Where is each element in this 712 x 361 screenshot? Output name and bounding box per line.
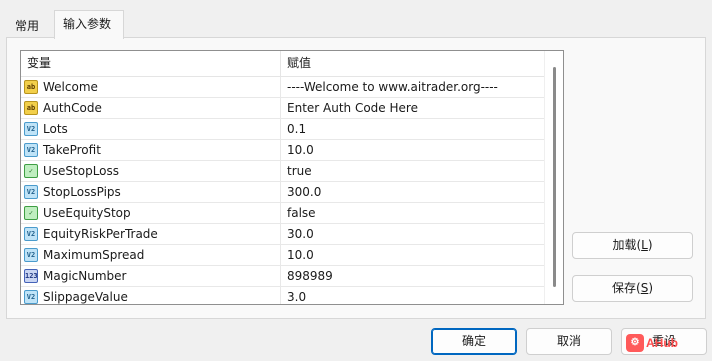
table-row[interactable]: ab AuthCode Enter Auth Code Here xyxy=(21,98,544,119)
variable-value-cell[interactable]: 30.0 xyxy=(281,224,544,244)
variable-name-cell[interactable]: 123 MagicNumber xyxy=(21,266,281,286)
variable-value-cell[interactable]: 0.1 xyxy=(281,119,544,139)
string-type-icon: ab xyxy=(24,101,38,115)
variable-name-cell[interactable]: V2 TakeProfit xyxy=(21,140,281,160)
save-hotkey: S xyxy=(640,281,649,295)
variable-name-cell[interactable]: ✓ UseStopLoss xyxy=(21,161,281,181)
variable-value-cell[interactable]: Enter Auth Code Here xyxy=(281,98,544,118)
load-hotkey: L xyxy=(641,238,648,252)
tab-panel: 变量 赋值 ab Welcome ----Welcome to www.aitrad… xyxy=(6,37,706,319)
variable-value-cell[interactable]: ----Welcome to www.aitrader.org---- xyxy=(281,77,544,97)
variable-value-cell[interactable]: 300.0 xyxy=(281,182,544,202)
variable-name: AuthCode xyxy=(43,101,102,115)
bool-type-icon: ✓ xyxy=(24,164,38,178)
table-row[interactable]: ✓ UseEquityStop false xyxy=(21,203,544,224)
variable-name: Lots xyxy=(43,122,68,136)
table-row[interactable]: V2 TakeProfit 10.0 xyxy=(21,140,544,161)
variable-name: TakeProfit xyxy=(43,143,101,157)
grid-rows: ab Welcome ----Welcome to www.aitrader.org… xyxy=(21,77,544,304)
bool-type-icon: ✓ xyxy=(24,206,38,220)
double-type-icon: V2 xyxy=(24,122,38,136)
vertical-scrollbar[interactable] xyxy=(544,51,563,304)
variable-name: MaximumSpread xyxy=(43,248,145,262)
variable-name-cell[interactable]: ✓ UseEquityStop xyxy=(21,203,281,223)
variable-name: StopLossPips xyxy=(43,185,121,199)
save-button[interactable]: 保存(S) xyxy=(572,275,693,302)
variable-name-cell[interactable]: V2 StopLossPips xyxy=(21,182,281,202)
double-type-icon: V2 xyxy=(24,143,38,157)
parameters-grid: 变量 赋值 ab Welcome ----Welcome to www.aitrad… xyxy=(20,50,564,305)
watermark: ⚙ AHub xyxy=(624,332,682,354)
variable-name: UseStopLoss xyxy=(43,164,120,178)
variable-name: SlippageValue xyxy=(43,290,128,304)
table-row[interactable]: ✓ UseStopLoss true xyxy=(21,161,544,182)
double-type-icon: V2 xyxy=(24,248,38,262)
variable-value-cell[interactable]: 10.0 xyxy=(281,140,544,160)
double-type-icon: V2 xyxy=(24,185,38,199)
table-row[interactable]: V2 EquityRiskPerTrade 30.0 xyxy=(21,224,544,245)
variable-value-cell[interactable]: true xyxy=(281,161,544,181)
variable-name-cell[interactable]: V2 SlippageValue xyxy=(21,287,281,304)
variable-value-cell[interactable]: 10.0 xyxy=(281,245,544,265)
variable-name-cell[interactable]: V2 EquityRiskPerTrade xyxy=(21,224,281,244)
load-button[interactable]: 加载(L) xyxy=(572,232,693,259)
variable-name-cell[interactable]: ab AuthCode xyxy=(21,98,281,118)
watermark-logo-icon: ⚙ xyxy=(626,334,644,352)
table-row[interactable]: V2 SlippageValue 3.0 xyxy=(21,287,544,304)
column-header-value[interactable]: 赋值 xyxy=(281,51,544,77)
variable-name: MagicNumber xyxy=(43,269,127,283)
variable-name: UseEquityStop xyxy=(43,206,131,220)
watermark-text: AHub xyxy=(646,336,678,350)
variable-name-cell[interactable]: ab Welcome xyxy=(21,77,281,97)
table-row[interactable]: V2 MaximumSpread 10.0 xyxy=(21,245,544,266)
tab-common[interactable]: 常用 xyxy=(6,14,52,38)
variable-value-cell[interactable]: 898989 xyxy=(281,266,544,286)
save-button-label: 保存 xyxy=(611,281,636,295)
variable-value-cell[interactable]: false xyxy=(281,203,544,223)
table-row[interactable]: ab Welcome ----Welcome to www.aitrader.org… xyxy=(21,77,544,98)
table-row[interactable]: V2 StopLossPips 300.0 xyxy=(21,182,544,203)
variable-name-cell[interactable]: V2 Lots xyxy=(21,119,281,139)
cancel-button[interactable]: 取消 xyxy=(526,328,612,355)
table-row[interactable]: V2 Lots 0.1 xyxy=(21,119,544,140)
string-type-icon: ab xyxy=(24,80,38,94)
tab-input-parameters[interactable]: 输入参数 xyxy=(54,10,124,39)
int-type-icon: 123 xyxy=(24,269,38,283)
table-row[interactable]: 123 MagicNumber 898989 xyxy=(21,266,544,287)
load-button-label: 加载 xyxy=(612,238,637,252)
variable-name: Welcome xyxy=(43,80,98,94)
double-type-icon: V2 xyxy=(24,290,38,304)
column-header-variable[interactable]: 变量 xyxy=(21,51,281,77)
scrollbar-thumb[interactable] xyxy=(553,67,556,287)
variable-name: EquityRiskPerTrade xyxy=(43,227,158,241)
variable-value-cell[interactable]: 3.0 xyxy=(281,287,544,304)
ok-button[interactable]: 确定 xyxy=(431,328,517,355)
grid-header: 变量 赋值 xyxy=(21,51,544,77)
double-type-icon: V2 xyxy=(24,227,38,241)
variable-name-cell[interactable]: V2 MaximumSpread xyxy=(21,245,281,265)
